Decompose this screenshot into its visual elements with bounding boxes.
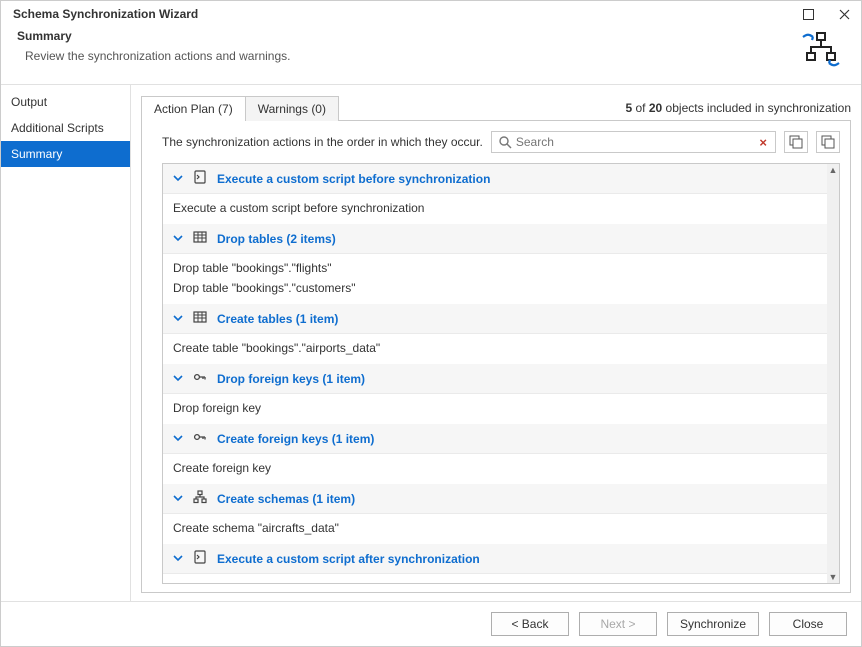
tab-count: (0)	[311, 102, 326, 116]
group-body: Execute a custom script after synchroniz…	[163, 574, 827, 583]
chevron-down-icon	[173, 432, 183, 446]
search-input[interactable]	[512, 135, 758, 149]
action-line: Execute a custom script after synchroniz…	[173, 578, 827, 583]
back-button[interactable]: < Back	[491, 612, 569, 636]
sidebar-item-additional-scripts[interactable]: Additional Scripts	[1, 115, 130, 141]
group-title: Create schemas (1 item)	[217, 492, 355, 506]
toolbar-label: The synchronization actions in the order…	[162, 135, 483, 149]
main-panel: Action Plan (7) Warnings (0) 5 of 20 obj…	[131, 85, 861, 601]
group-header[interactable]: Execute a custom script after synchroniz…	[163, 544, 827, 574]
chevron-down-icon	[173, 552, 183, 566]
sidebar-item-output[interactable]: Output	[1, 89, 130, 115]
page-description: Review the synchronization actions and w…	[25, 49, 290, 63]
action-line: Drop table "bookings"."flights"	[173, 258, 827, 278]
tab-action-plan[interactable]: Action Plan (7)	[141, 96, 246, 121]
scroll-down-icon[interactable]: ▼	[827, 571, 839, 583]
group-header[interactable]: Drop tables (2 items)	[163, 224, 827, 254]
key-icon	[193, 430, 207, 447]
tab-label: Action Plan	[154, 102, 215, 116]
tab-label: Warnings	[258, 102, 308, 116]
chevron-down-icon	[173, 232, 183, 246]
wizard-header: Summary Review the synchronization actio…	[1, 25, 861, 85]
group-title: Execute a custom script after synchroniz…	[217, 552, 480, 566]
tab-content: The synchronization actions in the order…	[141, 120, 851, 593]
group-header[interactable]: Create schemas (1 item)	[163, 484, 827, 514]
group-title: Create tables (1 item)	[217, 312, 338, 326]
group-body: Create schema "aircrafts_data"	[163, 514, 827, 544]
close-wizard-button[interactable]: Close	[769, 612, 847, 636]
tab-count: (7)	[218, 102, 233, 116]
wizard-window: Schema Synchronization Wizard Summary Re…	[0, 0, 862, 647]
schema-icon	[193, 490, 207, 507]
scroll-up-icon[interactable]: ▲	[827, 164, 839, 176]
group-body: Create table "bookings"."airports_data"	[163, 334, 827, 364]
chevron-down-icon	[173, 492, 183, 506]
titlebar: Schema Synchronization Wizard	[1, 1, 861, 25]
script-icon	[193, 550, 207, 567]
action-line: Create foreign key	[173, 458, 827, 478]
group-header[interactable]: Execute a custom script before synchroni…	[163, 164, 827, 194]
group-body: Execute a custom script before synchroni…	[163, 194, 827, 224]
chevron-down-icon	[173, 312, 183, 326]
scrollbar[interactable]: ▲ ▼	[827, 164, 839, 583]
group-header[interactable]: Drop foreign keys (1 item)	[163, 364, 827, 394]
toolbar: The synchronization actions in the order…	[142, 121, 850, 159]
action-line: Create schema "aircrafts_data"	[173, 518, 827, 538]
sidebar-item-label: Output	[11, 95, 47, 109]
next-button: Next >	[579, 612, 657, 636]
group-title: Drop tables (2 items)	[217, 232, 336, 246]
inclusion-status: 5 of 20 objects included in synchronizat…	[625, 101, 851, 115]
group-title: Drop foreign keys (1 item)	[217, 372, 365, 386]
chevron-down-icon	[173, 372, 183, 386]
close-button[interactable]	[837, 7, 851, 21]
collapse-all-button[interactable]	[816, 131, 840, 153]
search-icon	[498, 135, 512, 149]
group-body: Create foreign key	[163, 454, 827, 484]
sidebar-item-summary[interactable]: Summary	[1, 141, 130, 167]
action-list: Execute a custom script before synchroni…	[162, 163, 840, 584]
key-icon	[193, 370, 207, 387]
page-title: Summary	[17, 29, 290, 43]
expand-all-button[interactable]	[784, 131, 808, 153]
sidebar-item-label: Additional Scripts	[11, 121, 104, 135]
tab-warnings[interactable]: Warnings (0)	[245, 96, 339, 121]
action-line: Execute a custom script before synchroni…	[173, 198, 827, 218]
group-header[interactable]: Create foreign keys (1 item)	[163, 424, 827, 454]
sidebar: Output Additional Scripts Summary	[1, 85, 131, 601]
action-line: Create table "bookings"."airports_data"	[173, 338, 827, 358]
group-body: Drop foreign key	[163, 394, 827, 424]
chevron-down-icon	[173, 172, 183, 186]
group-title: Create foreign keys (1 item)	[217, 432, 374, 446]
footer: < Back Next > Synchronize Close	[1, 601, 861, 646]
window-controls	[801, 7, 851, 21]
group-title: Execute a custom script before synchroni…	[217, 172, 490, 186]
action-line: Drop table "bookings"."customers"	[173, 278, 827, 298]
total-count: 20	[649, 101, 662, 115]
group-body: Drop table "bookings"."flights"Drop tabl…	[163, 254, 827, 304]
action-line: Drop foreign key	[173, 398, 827, 418]
clear-search-icon[interactable]: ×	[757, 135, 769, 150]
window-title: Schema Synchronization Wizard	[13, 7, 198, 21]
search-field[interactable]: ×	[491, 131, 776, 153]
table-icon	[193, 230, 207, 247]
maximize-button[interactable]	[801, 7, 815, 21]
tabbar: Action Plan (7) Warnings (0) 5 of 20 obj…	[141, 95, 851, 120]
sidebar-item-label: Summary	[11, 147, 62, 161]
table-icon	[193, 310, 207, 327]
script-icon	[193, 170, 207, 187]
synchronize-button[interactable]: Synchronize	[667, 612, 759, 636]
wizard-body: Output Additional Scripts Summary Action…	[1, 85, 861, 601]
group-header[interactable]: Create tables (1 item)	[163, 304, 827, 334]
wizard-logo-icon	[801, 31, 841, 72]
